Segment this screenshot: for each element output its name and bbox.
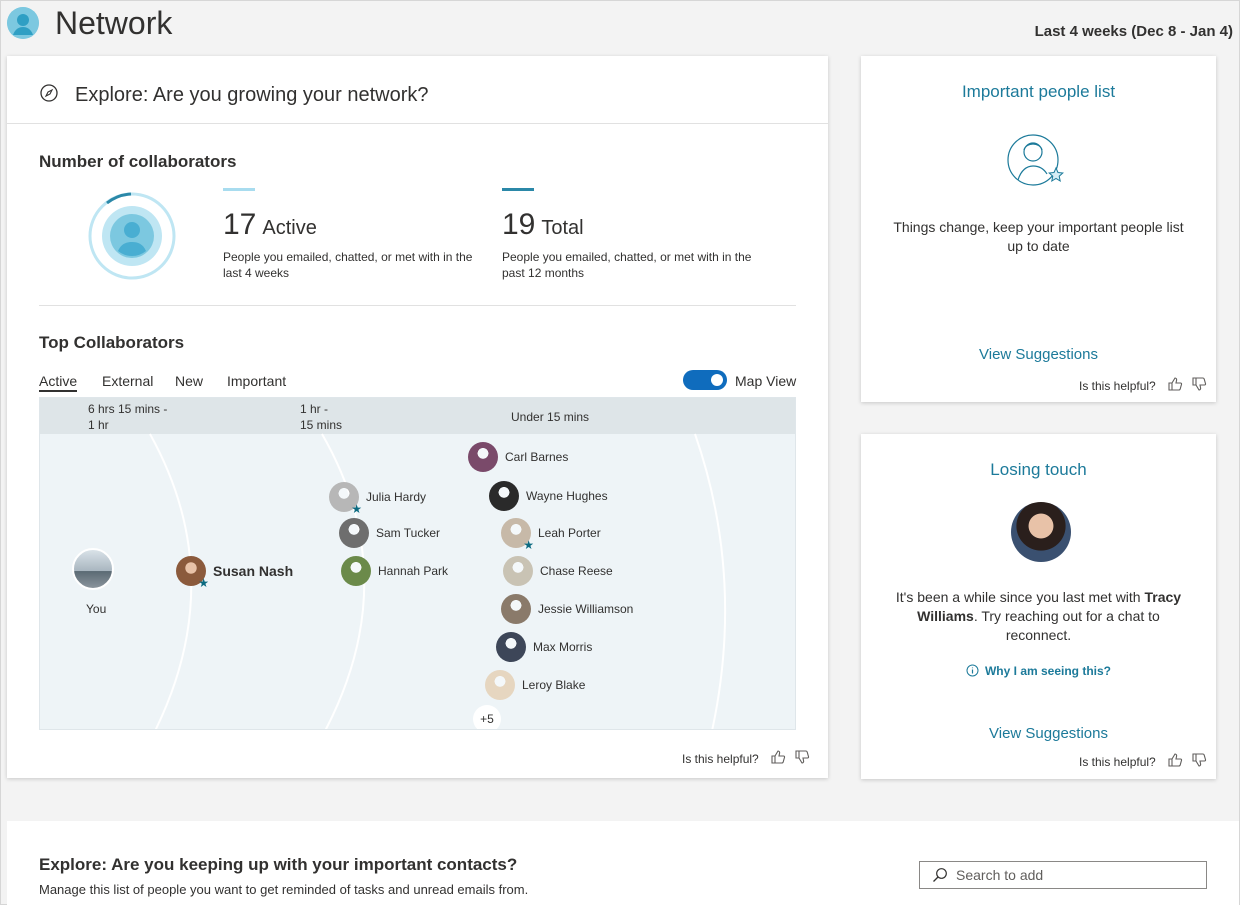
total-bar [502,188,534,191]
star-icon: ★ [523,538,534,552]
collaborators-map: 6 hrs 15 mins - 1 hr 1 hr - 15 mins Unde… [39,397,796,730]
star-icon: ★ [351,502,362,516]
view-suggestions-link-2[interactable]: View Suggestions [871,725,1226,742]
collaborator-person[interactable]: Leroy Blake [485,670,585,700]
avatar: ★ [501,518,534,552]
avatar: ★ [176,556,209,590]
important-contacts-card: Explore: Are you keeping up with your im… [7,821,1239,905]
date-range-label: Last 4 weeks (Dec 8 - Jan 4) [1034,23,1233,40]
avatar: ★ [329,482,362,516]
person-name: Max Morris [533,640,593,654]
person-name: Leah Porter [538,526,601,540]
avatar [339,518,369,548]
helpful-label: Is this helpful? [682,752,759,766]
losing-touch-card: Losing touch It's been a while since you… [861,434,1216,779]
important-people-title: Important people list [961,82,1116,101]
active-label: Active [262,217,317,239]
thumbs-up-icon[interactable] [770,749,786,765]
section-divider [39,305,796,306]
losing-touch-text-before: It's been a while since you last met wit… [895,589,1141,605]
person-name: Hannah Park [378,564,449,578]
collaborator-person[interactable]: Jessie Williamson [501,594,633,624]
active-count: 17 [223,208,257,241]
you-node[interactable] [72,548,114,590]
star-icon: ★ [198,576,209,590]
toggle-knob [711,374,723,386]
map-view-label: Map View [735,373,797,389]
person-star-icon [1007,134,1064,186]
collaborator-person[interactable]: ★ Leah Porter [501,518,601,552]
info-icon [966,664,979,677]
avatar [503,556,533,586]
network-logo-icon [7,7,39,39]
active-description: People you emailed, chatted, or met with… [223,250,473,280]
avatar [489,481,519,511]
page-title: Network [55,5,173,41]
grow-network-card: Explore: Are you growing your network? N… [7,56,828,778]
active-bar [223,188,255,191]
person-name: Leroy Blake [522,678,586,692]
collaborator-person[interactable]: Hannah Park [341,556,448,586]
helpful-label: Is this helpful? [1079,379,1156,393]
collaborators-section-title: Number of collaborators [39,152,237,171]
thumbs-up-icon[interactable] [1167,752,1183,768]
losing-touch-title: Losing touch [990,460,1087,479]
person-name: Jessie Williamson [538,602,634,616]
search-input[interactable] [956,865,1196,885]
collaborator-person[interactable]: Chase Reese [503,556,613,586]
collaborators-ring-icon [88,192,176,280]
avatar [341,556,371,586]
important-people-text: Things change, keep your important peopl… [893,219,1184,254]
total-count: 19 [502,208,536,241]
person-name: Wayne Hughes [526,489,608,503]
view-suggestions-link-1[interactable]: View Suggestions [861,346,1216,363]
thumbs-down-icon[interactable] [1191,376,1207,392]
important-contacts-title: Explore: Are you keeping up with your im… [39,855,518,874]
thumbs-down-icon[interactable] [1191,752,1207,768]
why-seeing-link[interactable]: Why I am seeing this? [861,664,1216,678]
explore-header: Explore: Are you growing your network? [7,56,828,124]
you-avatar [72,548,114,590]
losing-touch-text: It's been a while since you last met wit… [891,588,1186,645]
total-stat: 19 Total [502,208,584,242]
collaborator-person[interactable]: Wayne Hughes [489,481,608,511]
map-view-toggle[interactable] [683,370,727,390]
person-featured[interactable]: ★ Susan Nash [176,556,294,590]
tab-external[interactable]: External [102,373,153,389]
explore-title: Explore: Are you growing your network? [75,84,429,106]
collaborator-person[interactable]: Sam Tucker [339,518,440,548]
tab-important[interactable]: Important [227,373,286,389]
avatar [496,632,526,662]
person-name: Sam Tucker [376,526,441,540]
top-collaborators-title: Top Collaborators [39,333,185,352]
collaborator-person[interactable]: Carl Barnes [468,442,568,472]
avatar [468,442,498,472]
tab-active[interactable]: Active [39,373,78,392]
total-description: People you emailed, chatted, or met with… [502,250,752,280]
total-label: Total [541,217,584,239]
person-name: Carl Barnes [505,450,569,464]
thumbs-up-icon[interactable] [1167,376,1183,392]
collaborator-person[interactable]: Max Morris [496,632,592,662]
collaborator-person[interactable]: ★ Julia Hardy [329,482,427,516]
person-name: Chase Reese [540,564,613,578]
thumbs-down-icon[interactable] [794,749,810,765]
avatar [501,594,531,624]
important-contacts-subtitle: Manage this list of people you want to g… [39,882,529,897]
search-box [919,861,1207,889]
helpful-label: Is this helpful? [1079,755,1156,769]
person-name: Susan Nash [213,563,294,579]
losing-touch-text-after: . Try reaching out for a chat to reconne… [973,608,1160,643]
active-stat: 17 Active [223,208,317,242]
person-name: Julia Hardy [366,490,427,504]
more-people-badge[interactable]: +5 [473,705,501,729]
avatar [485,670,515,700]
you-label: You [86,602,107,616]
search-icon [933,868,947,882]
why-seeing-label: Why I am seeing this? [984,664,1112,678]
tab-new[interactable]: New [175,373,203,389]
tracy-williams-avatar[interactable] [1011,502,1071,562]
compass-icon [40,84,58,102]
important-people-card: Important people list Things change, kee… [861,56,1216,402]
